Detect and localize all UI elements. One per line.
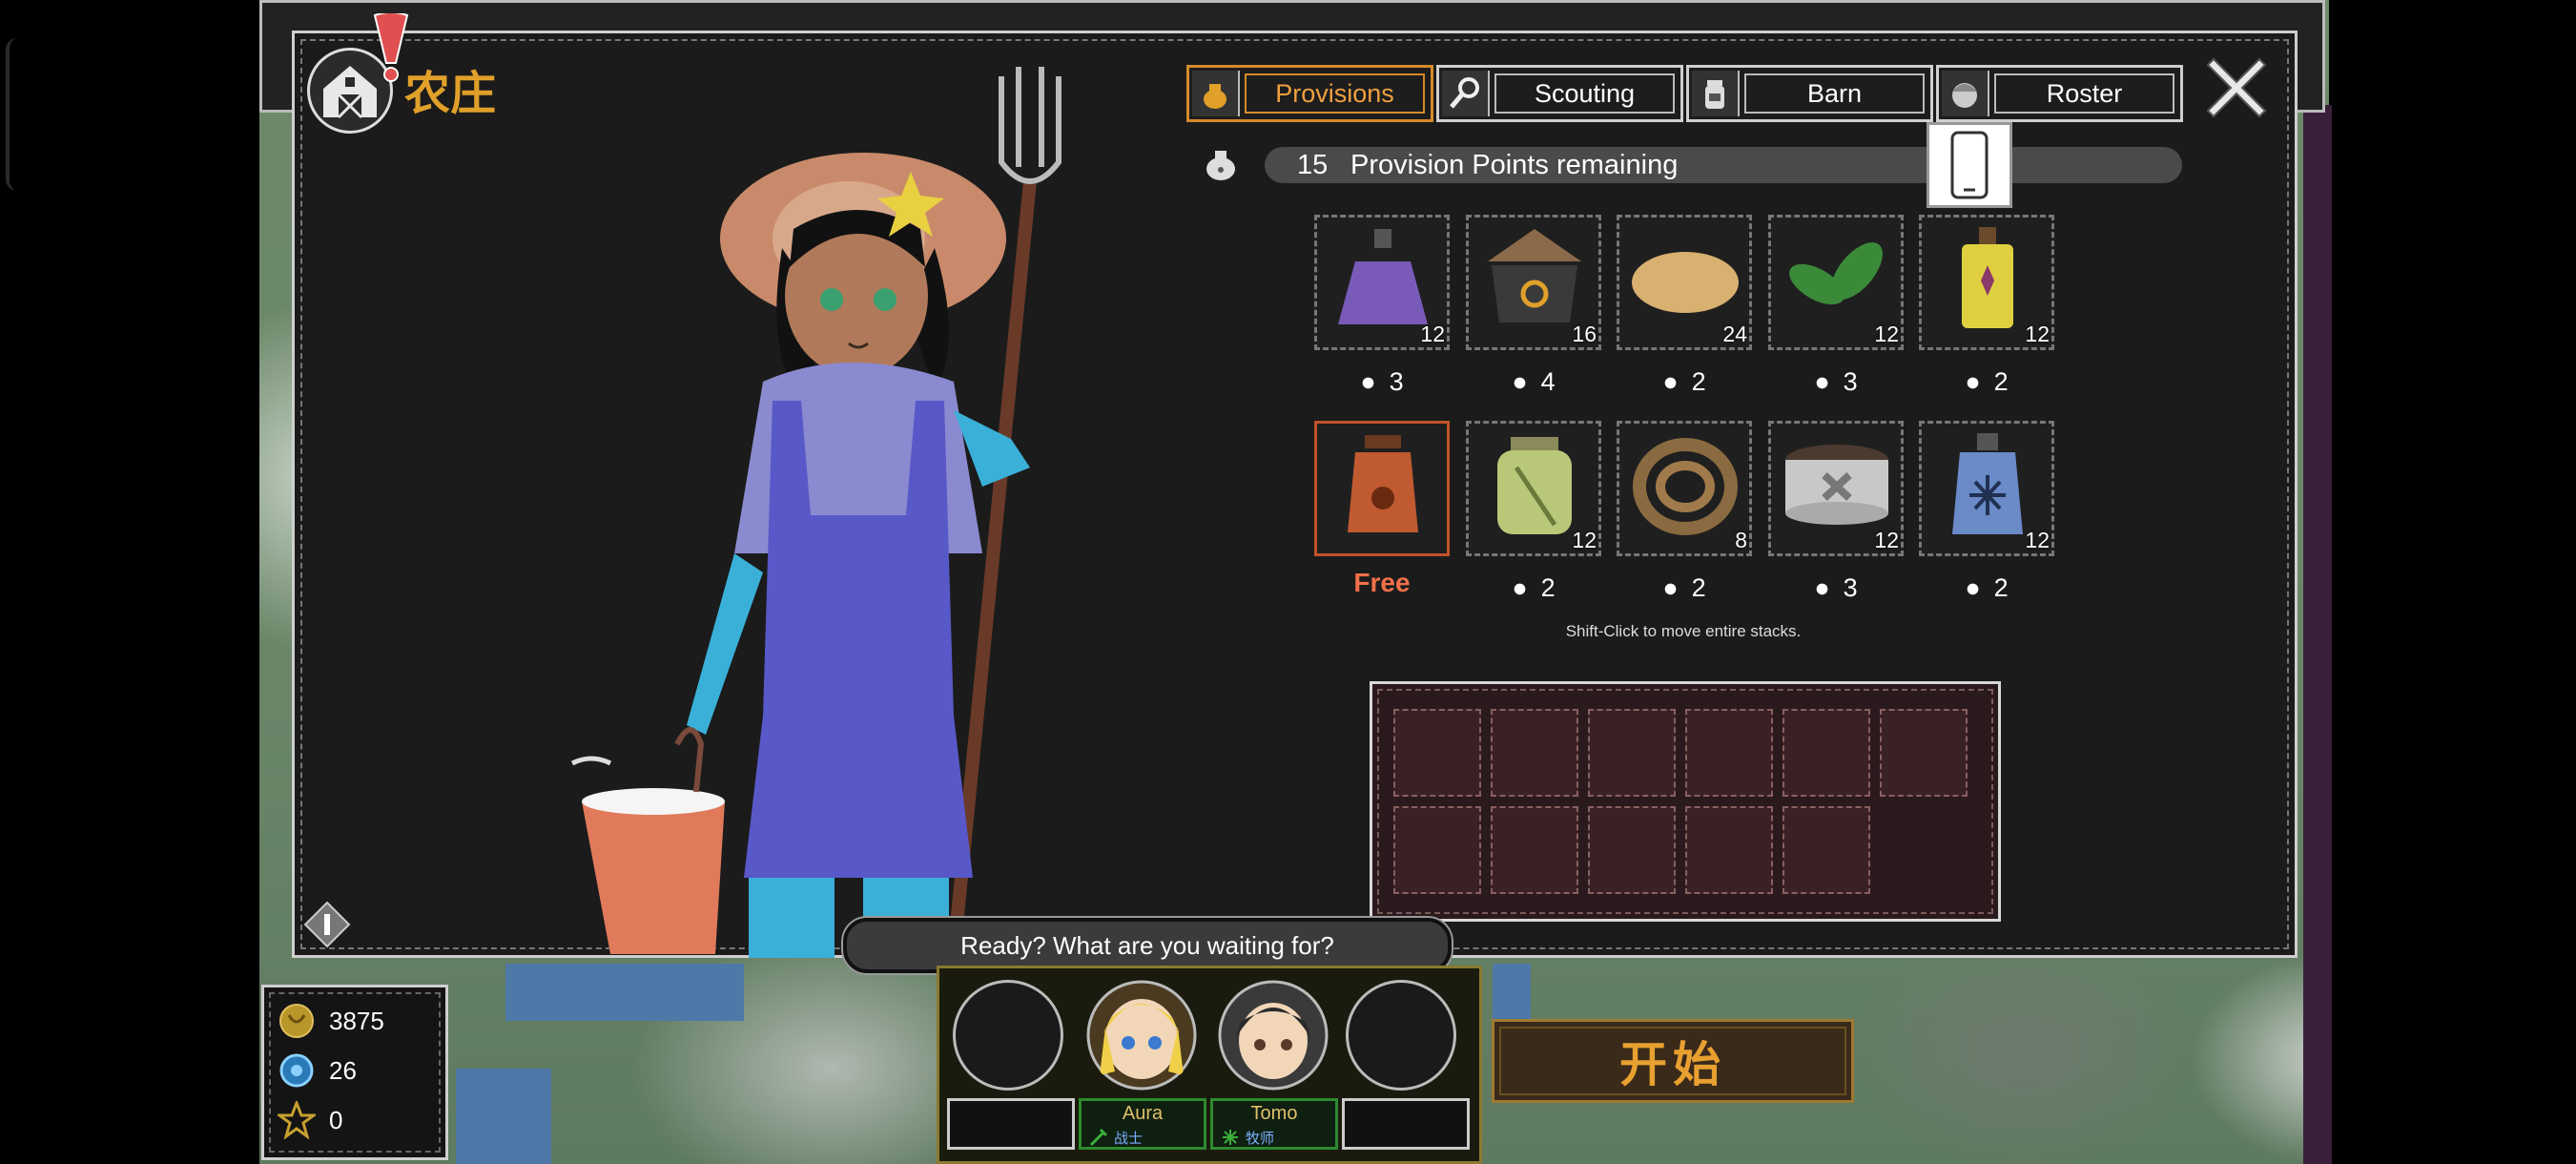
map-water [456,1069,551,1164]
provision-bag-icon: ● [1360,366,1376,396]
item-cost: ● 2 [1662,366,1706,396]
face-icon [1942,71,1989,116]
item-slot-green-jar[interactable]: 12 [1466,421,1601,556]
close-icon[interactable] [2198,50,2275,126]
item-cost: ● 3 [1814,572,1858,602]
tab-scouting[interactable]: Scouting [1436,65,1683,122]
stew-pot-icon [1488,229,1581,322]
inventory-slot[interactable] [1685,709,1773,797]
green-jar-icon [1497,437,1572,534]
party-slot-empty[interactable] [953,980,1063,1091]
hint-text: Shift-Click to move entire stacks. [1565,622,1802,640]
inventory-slot[interactable] [1588,806,1676,894]
provision-bag-icon: ● [1814,366,1830,396]
tab-barn[interactable]: Barn [1686,65,1933,122]
item-slot-bread[interactable]: 24 [1617,215,1752,350]
bread-icon [1632,252,1739,313]
provision-points-value: 15 [1297,150,1329,180]
yellow-flask-icon [1962,227,2013,328]
provision-bag-icon: ● [1512,366,1528,396]
purple-potion-icon [1338,229,1428,324]
inventory-slot[interactable] [1491,806,1578,894]
start-button[interactable]: 开始 [1492,1019,1854,1103]
jar-icon [1692,71,1740,116]
inventory-slot[interactable] [1393,806,1481,894]
item-cost: ● 3 [1814,366,1858,396]
item-cost: ● 2 [1512,572,1556,602]
item-slot-purple-potion[interactable]: 12 [1314,215,1450,350]
provision-points-bar: 15 Provision Points remaining [1265,147,2182,183]
bag-icon [1192,71,1240,116]
inventory-slot[interactable] [1880,709,1968,797]
provision-bag-icon [1206,151,1235,180]
milk-churn-icon [1348,435,1418,532]
gold-row: 3875 [278,999,384,1043]
edge-handle [6,38,17,191]
gem-row: 26 [278,1049,357,1092]
inventory-slot[interactable] [1685,806,1773,894]
provision-bag-icon: ● [1662,572,1679,602]
cross-icon [1223,1130,1238,1145]
aura-portrait[interactable] [1086,980,1197,1091]
provision-points-label: Provision Points remaining [1350,150,1679,180]
info-diamond-icon[interactable] [303,901,351,948]
phone-icon[interactable] [1927,122,2012,208]
tomo-portrait[interactable] [1218,980,1329,1091]
inventory-slot[interactable] [1491,709,1578,797]
party-name-aura: Aura 战士 [1079,1098,1206,1150]
map-edge [2303,105,2332,1164]
item-slot-herb[interactable]: 12 [1768,215,1904,350]
item-slot-yellow-flask[interactable]: 12 [1919,215,2054,350]
frost-bottle-icon [1952,433,2023,534]
page-title: 农庄 [404,67,497,120]
gold-coin-icon [279,1004,314,1038]
item-cost: ● 2 [1662,572,1706,602]
provision-bag-icon: ● [1814,572,1830,602]
rope-coil-icon [1633,438,1738,535]
resource-stats: 3875 26 0 [261,985,448,1160]
party-name-empty [1342,1098,1470,1150]
item-slot-bandage[interactable]: 12 [1768,421,1904,556]
item-cost: ● 2 [1965,572,2009,602]
provision-bag-icon: ● [1965,572,1981,602]
tab-roster[interactable]: Roster [1936,65,2183,122]
inventory-grid [1370,681,2001,922]
item-cost: ● 3 [1360,366,1404,396]
magnifier-icon [1442,71,1490,116]
star-row: 0 [278,1098,342,1142]
provision-bag-icon: ● [1662,366,1679,396]
provision-bag-icon: ● [1512,572,1528,602]
free-label: Free [1353,568,1411,597]
bandage-icon [1785,445,1888,525]
item-slot-stew-pot[interactable]: 16 [1466,215,1601,350]
item-cost: ● 2 [1965,366,2009,396]
map-water [505,964,744,1021]
herb-leaves-icon [1789,242,1883,305]
inventory-slot[interactable] [1783,709,1870,797]
item-cost: ● 4 [1512,366,1556,396]
item-slot-frost-bottle[interactable]: 12 [1919,421,2054,556]
inventory-slot[interactable] [1588,709,1676,797]
farmer-girl-portrait [570,67,1061,958]
tab-provisions[interactable]: Provisions [1186,65,1433,122]
sword-icon [1089,1128,1108,1147]
item-slot-rope[interactable]: 8 [1617,421,1752,556]
party-name-empty [947,1098,1075,1150]
inventory-slot[interactable] [1393,709,1481,797]
party-slot-empty[interactable] [1346,980,1456,1091]
blue-gem-icon [279,1053,314,1088]
party-name-tomo: Tomo 牧师 [1210,1098,1338,1150]
provision-bag-icon: ● [1965,366,1981,396]
party-bar: Aura 战士 Tomo 牧师 [937,966,1482,1164]
inventory-slot[interactable] [1783,806,1870,894]
gold-star-icon [278,1101,316,1139]
item-slot-milk-churn[interactable] [1314,421,1450,556]
